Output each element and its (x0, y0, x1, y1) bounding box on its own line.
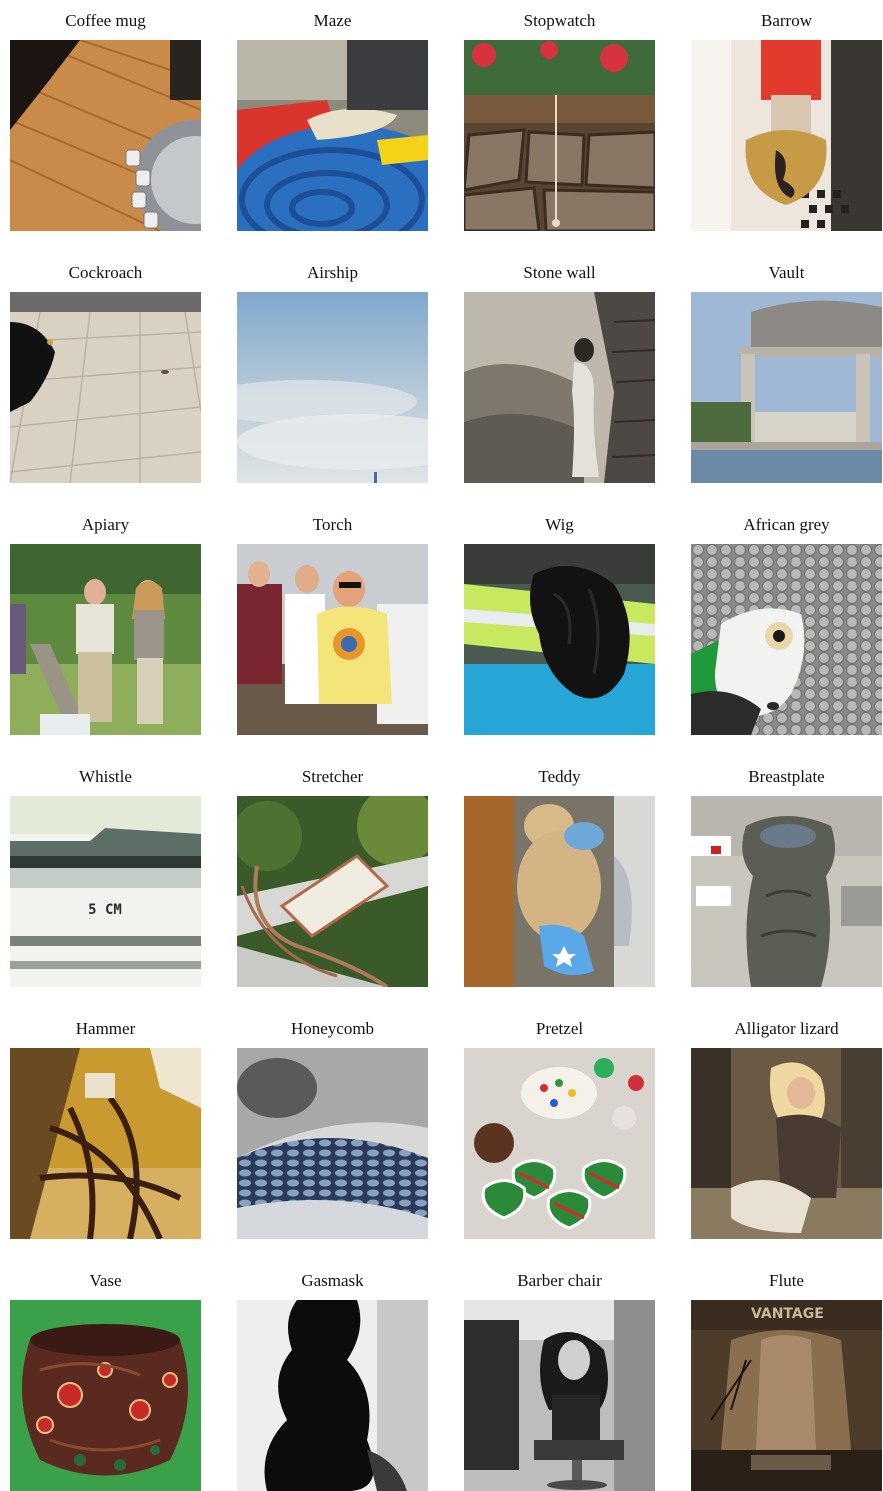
caption-flute: Flute (769, 1271, 804, 1290)
caption-cockroach: Cockroach (68, 263, 143, 282)
photo-coffee-mug (10, 40, 201, 231)
tile-whistle: Whistle 5 CM (10, 764, 201, 987)
caption-vase: Vase (89, 1271, 122, 1290)
photo-barrow (691, 40, 882, 231)
caption-apiary: Apiary (81, 515, 130, 534)
tile-torch: Torch (237, 512, 428, 735)
caption-alligator-lizard: Alligator lizard (734, 1019, 839, 1038)
photo-cockroach (10, 292, 201, 483)
tile-barrow: Barrow (691, 8, 882, 231)
tile-apiary: Apiary (10, 512, 201, 735)
caption-torch: Torch (312, 515, 353, 534)
photo-stopwatch (464, 40, 655, 231)
caption-teddy: Teddy (538, 767, 581, 786)
flute-sign: VANTAGE (751, 1306, 824, 1322)
photo-torch (237, 544, 428, 735)
caption-airship: Airship (307, 263, 358, 282)
photo-hammer (10, 1048, 201, 1239)
caption-maze: Maze (313, 11, 352, 30)
caption-stopwatch: Stopwatch (523, 11, 596, 30)
photo-maze (237, 40, 428, 231)
caption-stretcher: Stretcher (301, 767, 364, 786)
photo-pretzel (464, 1048, 655, 1239)
caption-stone-wall: Stone wall (523, 263, 596, 282)
photo-apiary (10, 544, 201, 735)
caption-breastplate: Breastplate (748, 767, 825, 786)
photo-breastplate (691, 796, 882, 987)
photo-stone-wall (464, 292, 655, 483)
photo-barber-chair (464, 1300, 655, 1491)
tile-pretzel: Pretzel (464, 1016, 655, 1239)
caption-pretzel: Pretzel (535, 1019, 584, 1038)
photo-african-grey (691, 544, 882, 735)
photo-stretcher (237, 796, 428, 987)
tile-alligator-lizard: Alligator lizard (691, 1016, 882, 1239)
caption-vault: Vault (768, 263, 805, 282)
caption-barber-chair: Barber chair (517, 1271, 602, 1290)
tile-honeycomb: Honeycomb (237, 1016, 428, 1239)
photo-alligator-lizard (691, 1048, 882, 1239)
photo-honeycomb (237, 1048, 428, 1239)
tile-stretcher: Stretcher (237, 764, 428, 987)
tile-coffee-mug: Coffee mug (10, 8, 201, 231)
caption-honeycomb: Honeycomb (290, 1019, 375, 1038)
tile-cockroach: Cockroach (10, 260, 201, 483)
tile-stone-wall: Stone wall (464, 260, 655, 483)
photo-gasmask (237, 1300, 428, 1491)
photo-wig (464, 544, 655, 735)
tile-maze: Maze (237, 8, 428, 231)
tile-breastplate: Breastplate (691, 764, 882, 987)
ruler-label: 5 CM (88, 902, 122, 918)
tile-stopwatch: Stopwatch (464, 8, 655, 231)
caption-barrow: Barrow (761, 11, 812, 30)
caption-gasmask: Gasmask (301, 1271, 364, 1290)
tile-flute: Flute VANTAGE (691, 1268, 882, 1491)
photo-airship (237, 292, 428, 483)
tile-wig: Wig (464, 512, 655, 735)
tile-african-grey: African grey (691, 512, 882, 735)
caption-coffee-mug: Coffee mug (65, 11, 146, 30)
caption-whistle: Whistle (79, 767, 132, 786)
photo-whistle: 5 CM (10, 796, 201, 987)
caption-african-grey: African grey (743, 515, 830, 534)
photo-flute: VANTAGE (691, 1300, 882, 1491)
tile-vase: Vase (10, 1268, 201, 1491)
tile-hammer: Hammer (10, 1016, 201, 1239)
tile-vault: Vault (691, 260, 882, 483)
tile-gasmask: Gasmask (237, 1268, 428, 1491)
image-grid: Coffee mug Maze Stopwatch Barrow Cockroa… (10, 8, 882, 1491)
caption-wig: Wig (545, 515, 574, 534)
photo-teddy (464, 796, 655, 987)
tile-barber-chair: Barber chair (464, 1268, 655, 1491)
photo-vase (10, 1300, 201, 1491)
photo-vault (691, 292, 882, 483)
tile-teddy: Teddy (464, 764, 655, 987)
caption-hammer: Hammer (75, 1019, 136, 1038)
tile-airship: Airship (237, 260, 428, 483)
